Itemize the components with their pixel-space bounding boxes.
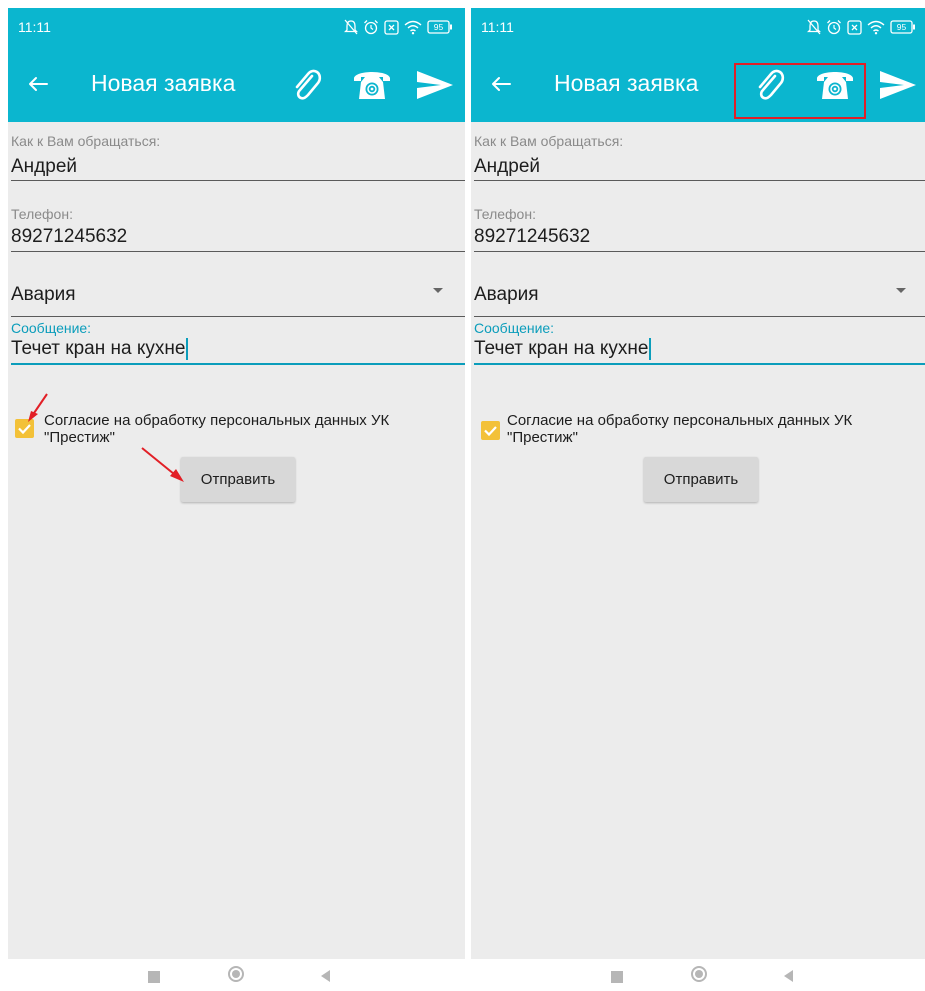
text-cursor bbox=[186, 338, 189, 360]
battery-icon: 95 bbox=[890, 20, 915, 34]
phone-screen-right: 11:11 95 Новая заявка Как к Вам обращать… bbox=[471, 8, 925, 991]
message-text: Течет кран на кухне bbox=[11, 338, 186, 360]
battery-level: 95 bbox=[434, 22, 444, 32]
message-field[interactable]: Течет кран на кухне bbox=[11, 338, 189, 360]
name-field[interactable]: Андрей bbox=[11, 156, 77, 178]
name-label: Как к Вам обращаться: bbox=[474, 133, 624, 149]
home-circle-icon[interactable] bbox=[228, 966, 244, 982]
back-triangle-icon[interactable] bbox=[784, 970, 793, 982]
message-text: Течет кран на кухне bbox=[474, 338, 649, 360]
battery-icon: 95 bbox=[427, 20, 452, 34]
mute-icon bbox=[807, 19, 821, 35]
send-icon[interactable] bbox=[415, 68, 455, 102]
status-icons: 95 bbox=[807, 18, 916, 36]
sim-icon bbox=[847, 19, 862, 35]
page-title: Новая заявка bbox=[554, 70, 699, 96]
back-triangle-icon[interactable] bbox=[321, 970, 330, 982]
sim-icon bbox=[384, 19, 399, 35]
text-cursor bbox=[649, 338, 652, 360]
category-underline bbox=[474, 316, 925, 317]
message-underline bbox=[474, 363, 925, 365]
phone-label: Телефон: bbox=[11, 206, 73, 222]
alarm-icon bbox=[364, 20, 378, 35]
message-field[interactable]: Течет кран на кухне bbox=[474, 338, 652, 360]
consent-line-1: Согласие на обработку персональных данны… bbox=[44, 412, 390, 429]
back-arrow-icon[interactable] bbox=[485, 68, 517, 100]
status-icons: 95 bbox=[344, 18, 453, 36]
category-select[interactable]: Авария bbox=[11, 284, 76, 306]
category-select[interactable]: Авария bbox=[474, 284, 539, 306]
phone-field[interactable]: 89271245632 bbox=[11, 226, 127, 248]
submit-label: Отправить bbox=[663, 471, 739, 488]
message-underline bbox=[11, 363, 465, 365]
paperclip-icon[interactable] bbox=[288, 64, 322, 104]
recents-square-icon[interactable] bbox=[148, 971, 160, 983]
name-underline bbox=[474, 180, 925, 181]
phone-field[interactable]: 89271245632 bbox=[474, 226, 590, 248]
name-underline bbox=[11, 180, 465, 181]
system-nav-bar bbox=[8, 959, 465, 991]
message-label: Сообщение: bbox=[474, 320, 555, 336]
submit-button[interactable]: Отправить bbox=[644, 457, 758, 502]
status-bar: 11:11 95 bbox=[471, 8, 925, 46]
dropdown-arrow-icon[interactable] bbox=[896, 288, 906, 293]
phone-icon[interactable] bbox=[352, 66, 392, 102]
send-icon[interactable] bbox=[878, 68, 918, 102]
alarm-icon bbox=[827, 20, 841, 35]
status-time: 11:11 bbox=[481, 19, 514, 35]
wifi-icon bbox=[404, 20, 422, 34]
phone-underline bbox=[474, 251, 925, 252]
phone-label: Телефон: bbox=[474, 206, 536, 222]
consent-line-2: "Престиж" bbox=[507, 429, 578, 446]
home-circle-icon[interactable] bbox=[691, 966, 707, 982]
back-arrow-icon[interactable] bbox=[22, 68, 54, 100]
mute-icon bbox=[344, 19, 358, 35]
category-underline bbox=[11, 316, 465, 317]
submit-button[interactable]: Отправить bbox=[181, 457, 295, 502]
consent-checkbox[interactable] bbox=[481, 421, 500, 440]
consent-line-1: Согласие на обработку персональных данны… bbox=[507, 412, 853, 429]
app-toolbar: Новая заявка bbox=[8, 46, 465, 122]
wifi-icon bbox=[867, 20, 885, 34]
battery-level: 95 bbox=[897, 22, 907, 32]
consent-checkbox[interactable] bbox=[15, 419, 34, 438]
consent-text: Согласие на обработку персональных данны… bbox=[507, 412, 917, 446]
consent-text: Согласие на обработку персональных данны… bbox=[44, 412, 454, 446]
system-nav-bar bbox=[471, 959, 925, 991]
phone-underline bbox=[11, 251, 465, 252]
page-title: Новая заявка bbox=[91, 70, 236, 96]
name-field[interactable]: Андрей bbox=[474, 156, 540, 178]
checkmark-icon bbox=[484, 426, 497, 437]
consent-line-2: "Престиж" bbox=[44, 429, 115, 446]
icons-highlight-box bbox=[734, 63, 866, 119]
recents-square-icon[interactable] bbox=[611, 971, 623, 983]
name-label: Как к Вам обращаться: bbox=[11, 133, 161, 149]
checkmark-icon bbox=[18, 424, 31, 435]
status-time: 11:11 bbox=[18, 19, 51, 35]
submit-label: Отправить bbox=[200, 471, 276, 488]
dropdown-arrow-icon[interactable] bbox=[433, 288, 443, 293]
message-label: Сообщение: bbox=[11, 320, 92, 336]
phone-screen-left: 11:11 95 Новая заявка Как к Вам обращать… bbox=[8, 8, 465, 991]
status-bar: 11:11 95 bbox=[8, 8, 465, 46]
app-toolbar: Новая заявка bbox=[471, 46, 925, 122]
